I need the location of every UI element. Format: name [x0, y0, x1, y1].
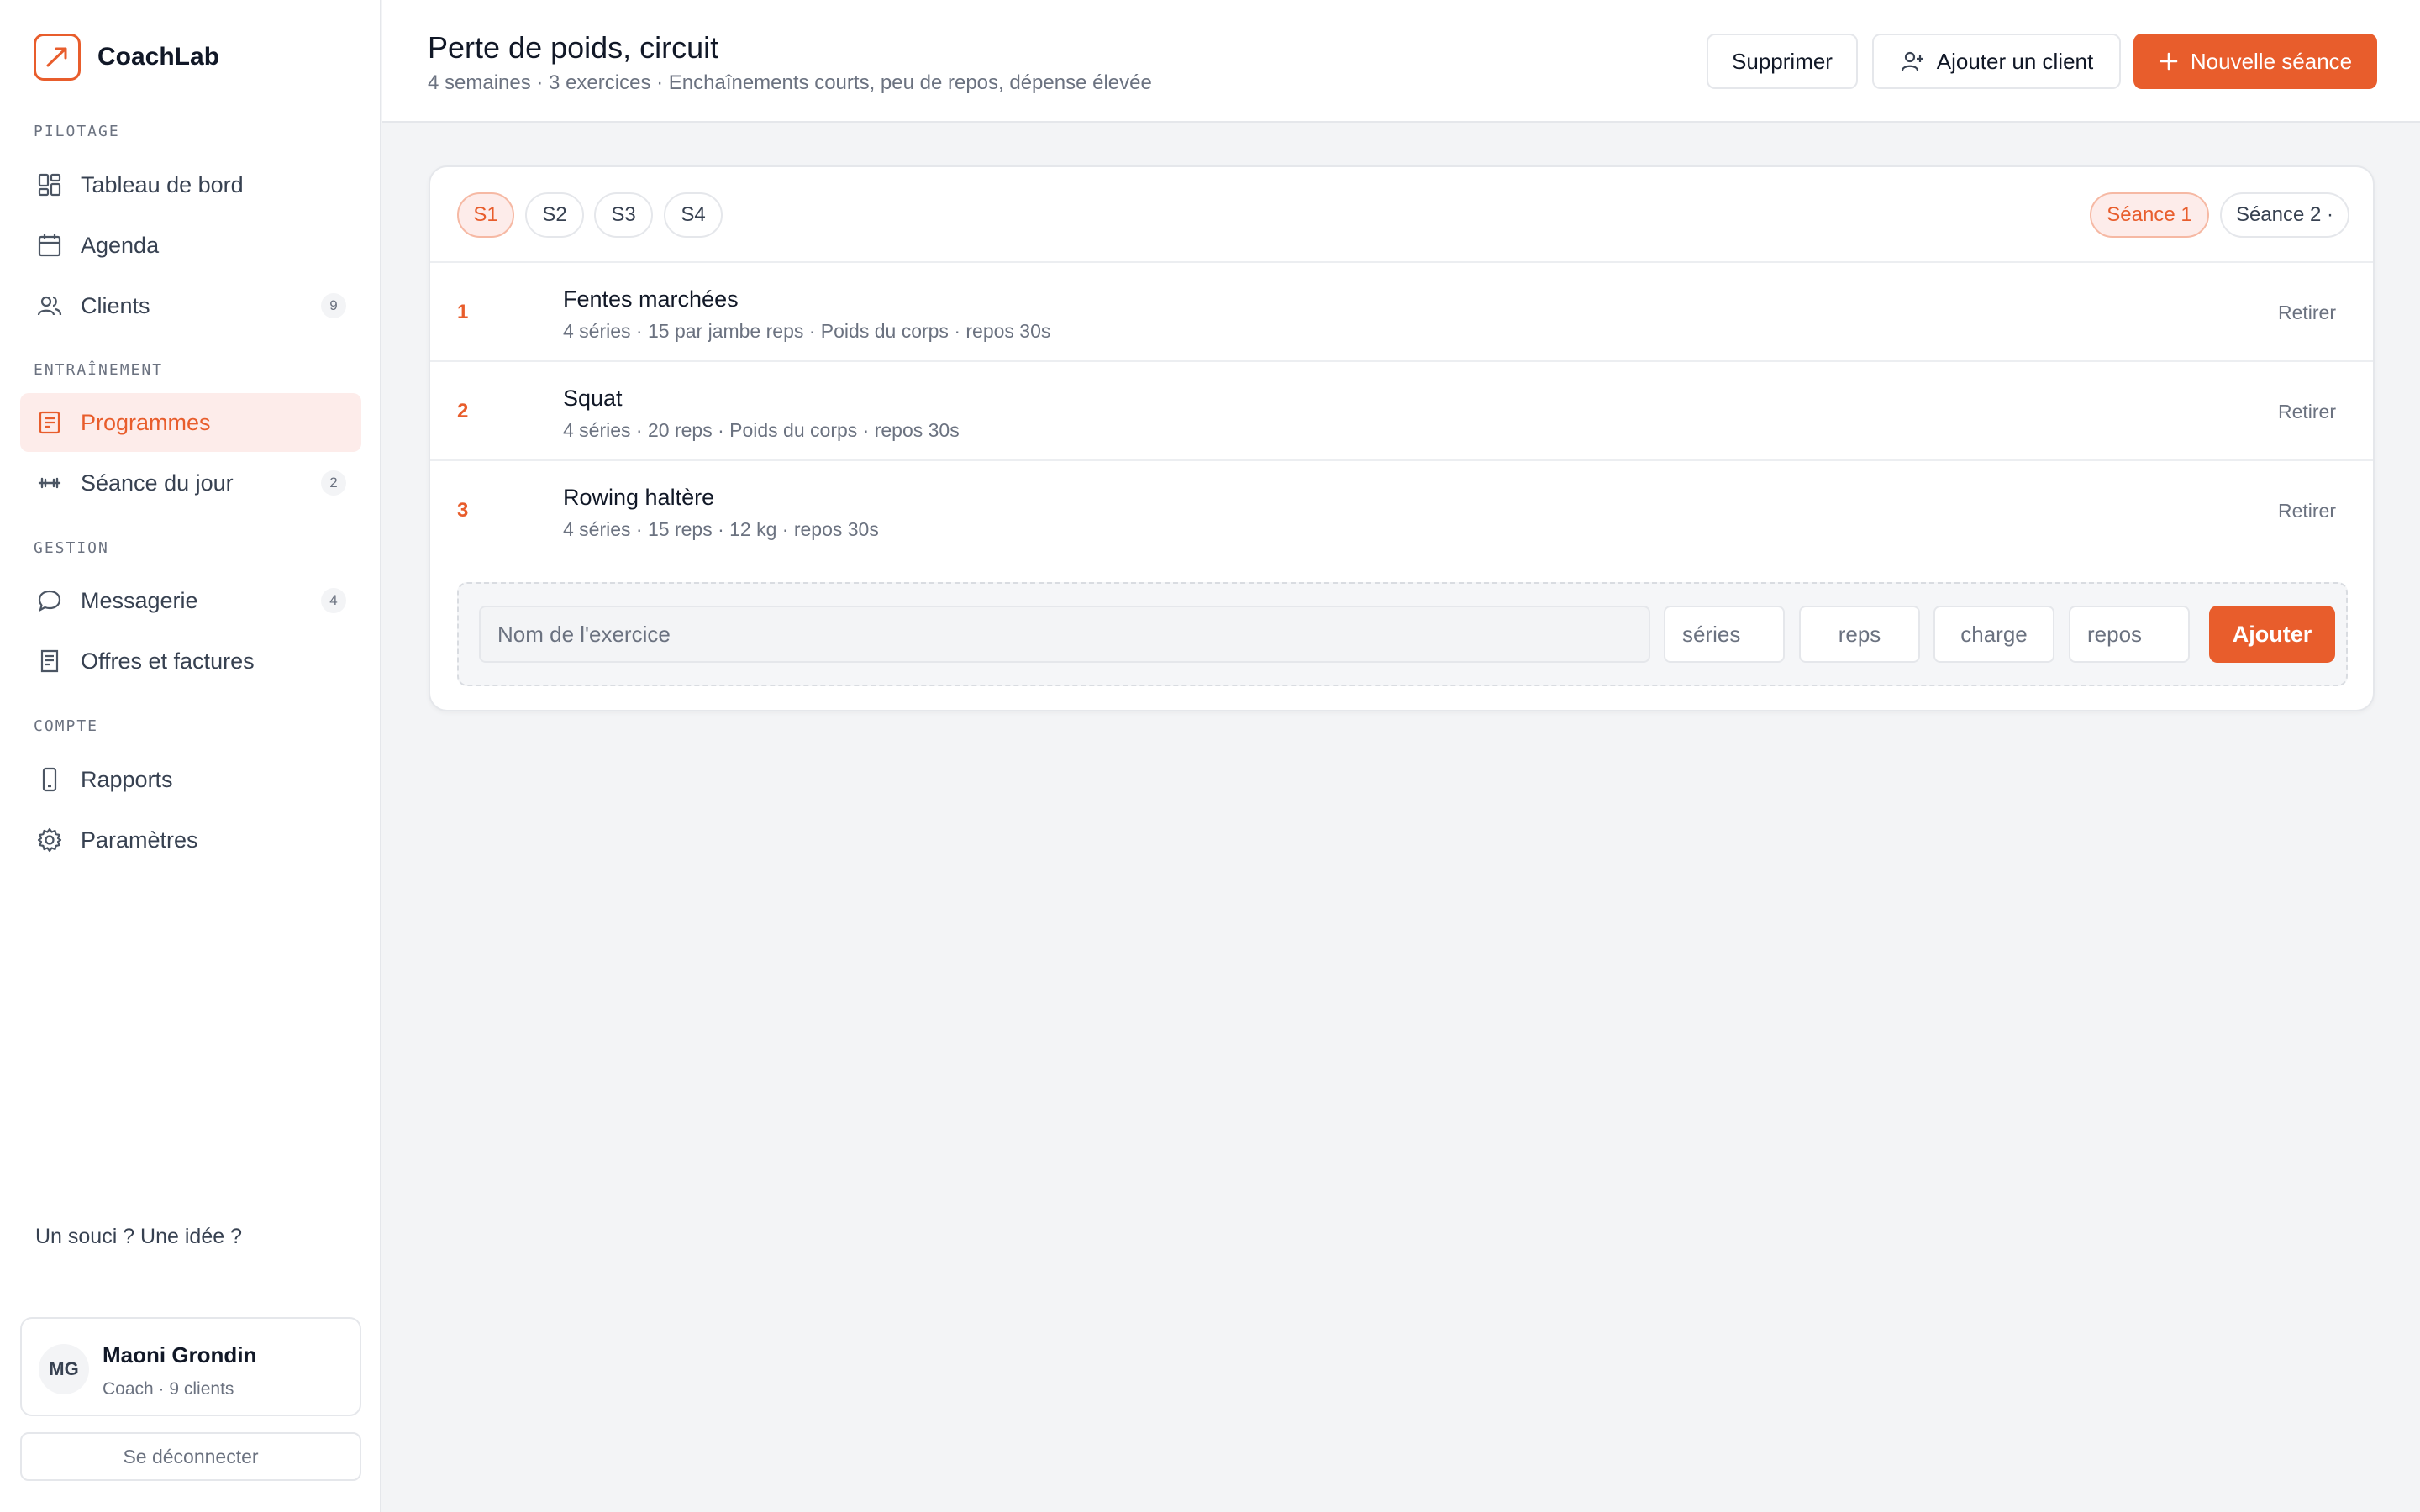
add-client-button-label: Ajouter un client — [1936, 48, 2094, 74]
exercise-row: 2 Squat 4 séries · 20 reps · Poids du co… — [430, 362, 2373, 461]
add-exercise-button[interactable]: Ajouter — [2209, 606, 2335, 663]
add-client-button[interactable]: Ajouter un client — [1872, 34, 2121, 89]
sidebar-item-label: Séance du jour — [81, 470, 234, 496]
delete-button[interactable]: Supprimer — [1707, 34, 1858, 89]
calendar-icon — [35, 231, 64, 260]
page-title: Perte de poids, circuit — [428, 30, 719, 65]
session-count-badge: 2 — [321, 470, 346, 496]
delete-button-label: Supprimer — [1732, 48, 1833, 74]
exercise-name: Fentes marchées — [563, 286, 739, 312]
page-header: Perte de poids, circuit 4 semaines · 3 e… — [382, 0, 2420, 123]
nav-section-pilotage: PILOTAGE — [34, 123, 120, 140]
clients-count-badge: 9 — [321, 293, 346, 318]
user-card[interactable]: MG Maoni Grondin Coach · 9 clients — [20, 1317, 361, 1416]
exercise-number: 2 — [457, 400, 469, 423]
session-tab-1[interactable]: Séance 1 — [2090, 192, 2209, 238]
session-tab-2[interactable]: Séance 2 · — [2220, 192, 2349, 238]
sidebar-item-label: Rapports — [81, 766, 173, 792]
exercise-name-input[interactable] — [479, 606, 1650, 663]
receipt-icon — [35, 647, 64, 675]
sidebar-item-messagerie[interactable]: Messagerie 4 — [20, 571, 361, 630]
nav-section-compte: COMPTE — [34, 717, 99, 735]
remove-exercise-button[interactable]: Retirer — [2278, 302, 2336, 324]
plus-icon — [2159, 51, 2179, 71]
phone-icon — [35, 765, 64, 794]
gear-icon — [35, 826, 64, 854]
week-tab-s2[interactable]: S2 — [525, 192, 584, 238]
brand-name: CoachLab — [97, 43, 220, 71]
remove-exercise-button[interactable]: Retirer — [2278, 401, 2336, 423]
exercise-row: 3 Rowing haltère 4 séries · 15 reps · 12… — [430, 461, 2373, 560]
exercise-meta: 4 séries · 20 reps · Poids du corps · re… — [563, 419, 960, 441]
new-session-button[interactable]: Nouvelle séance — [2133, 34, 2377, 89]
sidebar-item-parametres[interactable]: Paramètres — [20, 811, 361, 869]
week-tab-s3[interactable]: S3 — [594, 192, 653, 238]
add-exercise-form: Ajouter — [457, 582, 2348, 686]
document-icon — [35, 408, 64, 437]
exercise-name: Rowing haltère — [563, 485, 715, 510]
program-card: S1 S2 S3 S4 Séance 1 Séance 2 · 1 Fentes… — [429, 165, 2375, 711]
messages-count-badge: 4 — [321, 588, 346, 613]
page-subtitle: 4 semaines · 3 exercices · Enchaînements… — [428, 71, 1152, 94]
week-tab-s1[interactable]: S1 — [457, 192, 514, 238]
exercise-row: 1 Fentes marchées 4 séries · 15 par jamb… — [430, 263, 2373, 362]
feedback-link[interactable]: Un souci ? Une idée ? — [35, 1225, 242, 1249]
program-toolbar: S1 S2 S3 S4 Séance 1 Séance 2 · — [430, 167, 2373, 263]
sidebar-item-label: Messagerie — [81, 587, 198, 613]
sets-input[interactable] — [1664, 606, 1785, 663]
chat-icon — [35, 586, 64, 615]
sidebar-item-seance-du-jour[interactable]: Séance du jour 2 — [20, 454, 361, 512]
exercise-name: Squat — [563, 386, 623, 411]
exercise-meta: 4 séries · 15 par jambe reps · Poids du … — [563, 320, 1051, 342]
sidebar-item-agenda[interactable]: Agenda — [20, 216, 361, 275]
sidebar-item-offres-factures[interactable]: Offres et factures — [20, 632, 361, 690]
dashboard-icon — [35, 171, 64, 199]
sidebar-item-label: Offres et factures — [81, 648, 255, 674]
reps-input[interactable] — [1799, 606, 1920, 663]
nav-section-entrainement: ENTRAÎNEMENT — [34, 361, 164, 379]
exercise-number: 1 — [457, 301, 469, 323]
dumbbell-icon — [35, 469, 64, 497]
new-session-button-label: Nouvelle séance — [2190, 48, 2353, 74]
sidebar-item-programmes[interactable]: Programmes — [20, 393, 361, 452]
sidebar-item-clients[interactable]: Clients 9 — [20, 276, 361, 335]
user-subtitle: Coach · 9 clients — [103, 1379, 234, 1399]
sidebar-item-label: Programmes — [81, 409, 211, 435]
sidebar-item-label: Paramètres — [81, 827, 198, 853]
exercise-meta: 4 séries · 15 reps · 12 kg · repos 30s — [563, 518, 879, 540]
trend-arrow-icon — [34, 34, 81, 81]
sidebar-item-rapports[interactable]: Rapports — [20, 750, 361, 809]
users-icon — [35, 291, 64, 320]
logout-button[interactable]: Se déconnecter — [20, 1432, 361, 1481]
rest-input[interactable] — [2069, 606, 2190, 663]
user-name: Maoni Grondin — [103, 1342, 257, 1368]
sidebar-item-label: Tableau de bord — [81, 171, 244, 197]
user-plus-icon — [1900, 49, 1925, 74]
exercise-number: 3 — [457, 499, 469, 522]
sidebar: CoachLab PILOTAGE Tableau de bord Agenda… — [0, 0, 381, 1512]
sidebar-item-dashboard[interactable]: Tableau de bord — [20, 155, 361, 214]
nav-section-gestion: GESTION — [34, 539, 109, 557]
load-input[interactable] — [1933, 606, 2054, 663]
sidebar-item-label: Clients — [81, 292, 150, 318]
week-tab-s4[interactable]: S4 — [664, 192, 723, 238]
brand[interactable]: CoachLab — [34, 34, 219, 81]
sidebar-item-label: Agenda — [81, 232, 160, 258]
avatar: MG — [39, 1344, 89, 1394]
remove-exercise-button[interactable]: Retirer — [2278, 500, 2336, 522]
